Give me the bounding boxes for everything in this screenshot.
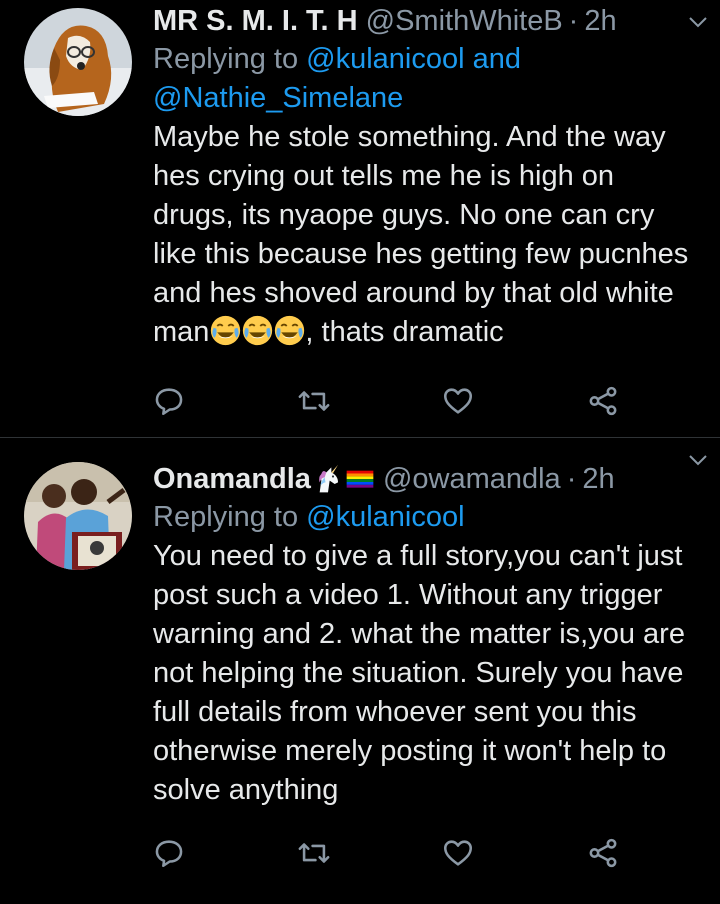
author-handle[interactable]: @SmithWhiteB [366, 2, 563, 40]
reply-icon[interactable] [152, 384, 186, 418]
tweet[interactable]: MR S. M. I. T. H @SmithWhiteB · 2h Reply… [0, 0, 720, 438]
replying-to-prefix: Replying to [153, 501, 307, 533]
chevron-down-icon[interactable] [686, 10, 710, 34]
tweet-text: You need to give a full story,you can't … [153, 537, 700, 810]
reply-icon[interactable] [152, 836, 186, 870]
mention-link[interactable]: @kulanicool [306, 43, 464, 75]
separator-dot: · [566, 463, 577, 495]
retweet-icon[interactable] [297, 384, 331, 418]
author-name[interactable]: Onamandla [153, 460, 311, 498]
like-icon[interactable] [441, 384, 475, 418]
timestamp[interactable]: 2h [584, 2, 616, 40]
like-icon[interactable] [441, 836, 475, 870]
tweet-body-suffix: , thats dramatic [305, 316, 504, 348]
tweet-header: MR S. M. I. T. H @SmithWhiteB · 2h [153, 2, 700, 40]
share-icon[interactable] [586, 384, 620, 418]
face-with-tears-of-joy-icon [211, 315, 241, 346]
author-handle[interactable]: @owamandla [383, 460, 561, 498]
separator-dot: · [568, 5, 579, 37]
tweet-content: MR S. M. I. T. H @SmithWhiteB · 2h Reply… [153, 2, 700, 352]
tweet-text: Maybe he stole something. And the way he… [153, 118, 700, 352]
author-name[interactable]: MR S. M. I. T. H [153, 2, 358, 40]
mention-link[interactable]: @kulanicool [306, 501, 464, 533]
retweet-icon[interactable] [297, 836, 331, 870]
avatar[interactable] [24, 462, 132, 570]
tweet-content: Onamandla @owamandla · 2h Replying to @k… [153, 460, 700, 810]
mention-link[interactable]: @Nathie_Simelane [153, 82, 403, 114]
replying-joiner: and [464, 43, 522, 75]
replying-to: Replying to @kulanicool [153, 498, 700, 537]
unicorn-icon [319, 464, 338, 493]
chevron-down-icon[interactable] [686, 448, 710, 472]
replying-to-prefix: Replying to [153, 43, 307, 75]
replying-to: Replying to @kulanicool and @Nathie_Sime… [153, 40, 700, 118]
tweet[interactable]: Onamandla @owamandla · 2h Replying to @k… [0, 438, 720, 904]
tweet-body: You need to give a full story,you can't … [153, 540, 685, 806]
tweet-actions [152, 384, 620, 418]
tweet-header: Onamandla @owamandla · 2h [153, 460, 700, 498]
face-with-tears-of-joy-icon [243, 315, 273, 346]
timestamp[interactable]: 2h [582, 460, 614, 498]
share-icon[interactable] [586, 836, 620, 870]
rainbow-flag-icon [346, 470, 374, 488]
face-with-tears-of-joy-icon [275, 315, 305, 346]
tweet-actions [152, 836, 620, 870]
avatar[interactable] [24, 8, 132, 116]
